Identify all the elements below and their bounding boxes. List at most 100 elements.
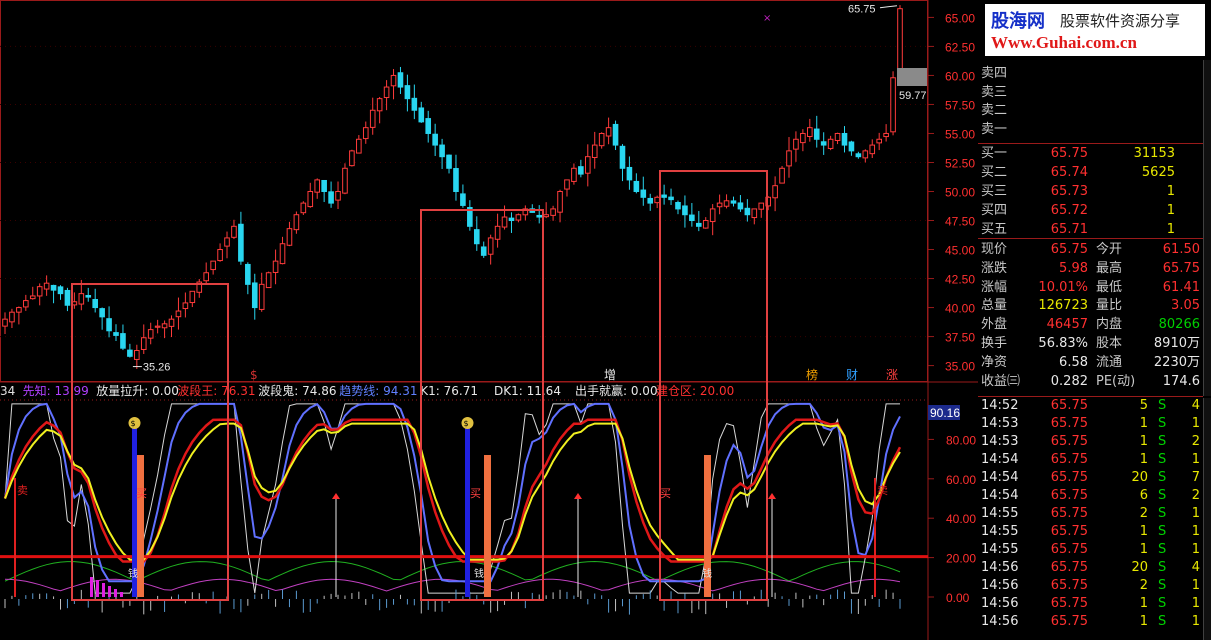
order-book-buy-row[interactable]: 买四65.721 bbox=[978, 202, 1201, 220]
tick-row[interactable]: 14:5665.751S1 bbox=[978, 595, 1201, 613]
candle-up bbox=[3, 319, 8, 326]
candle-up bbox=[391, 75, 396, 85]
tick-volume: 1 bbox=[1140, 613, 1148, 631]
scrollbar[interactable] bbox=[1203, 398, 1211, 640]
tick-price: 65.75 bbox=[1051, 397, 1088, 415]
tick-count: 4 bbox=[1192, 397, 1200, 415]
candle-up bbox=[308, 192, 313, 207]
tick-time: 14:54 bbox=[981, 487, 1018, 505]
candle-up bbox=[155, 326, 160, 327]
up-arrow-icon bbox=[768, 493, 776, 499]
scrollbar[interactable] bbox=[1203, 60, 1211, 396]
tick-row[interactable]: 14:5465.756S2 bbox=[978, 487, 1201, 505]
quote-panel: 卖四卖三卖二卖一买一65.7531153买二65.745625买三65.731买… bbox=[978, 0, 1211, 640]
order-book-sell-row[interactable]: 卖四 bbox=[978, 65, 1201, 83]
order-book-sell-row[interactable]: 卖一 bbox=[978, 121, 1201, 139]
candle-down bbox=[65, 290, 70, 305]
tick-count: 1 bbox=[1192, 451, 1200, 469]
magenta-volume-bar bbox=[114, 589, 117, 597]
price-tick-label: 52.50 bbox=[945, 156, 975, 170]
order-volume: 5625 bbox=[1142, 164, 1175, 182]
tick-row[interactable]: 14:5265.755S4 bbox=[978, 397, 1201, 415]
tick-price: 65.75 bbox=[1051, 469, 1088, 487]
order-price: 65.71 bbox=[1051, 221, 1088, 239]
quote-row[interactable]: 涨幅10.01%最低61.41 bbox=[978, 279, 1201, 297]
indicator-legend-item: DK1: 11.64 bbox=[494, 384, 561, 398]
quote-label: 量比 bbox=[1096, 297, 1122, 315]
tick-row[interactable]: 14:5365.751S2 bbox=[978, 433, 1201, 451]
candle-down bbox=[613, 124, 618, 145]
event-tag: 涨 bbox=[886, 367, 898, 382]
tick-row[interactable]: 14:5465.7520S7 bbox=[978, 469, 1201, 487]
tick-row[interactable]: 14:5665.7520S4 bbox=[978, 559, 1201, 577]
candle-up bbox=[266, 273, 271, 288]
quote-row[interactable]: 收益㈢0.282PE(动)174.6 bbox=[978, 373, 1201, 391]
order-book-buy-row[interactable]: 买三65.731 bbox=[978, 183, 1201, 201]
tick-row[interactable]: 14:5565.752S1 bbox=[978, 505, 1201, 523]
up-arrow-icon bbox=[574, 493, 582, 499]
indicator-legend-item: 先知: 13.99 bbox=[23, 384, 89, 398]
candle-up bbox=[516, 215, 521, 220]
quote-label: 最低 bbox=[1096, 279, 1122, 297]
tick-row[interactable]: 14:5365.751S1 bbox=[978, 415, 1201, 433]
tick-volume: 1 bbox=[1140, 433, 1148, 451]
order-label: 卖四 bbox=[981, 65, 1007, 83]
candle-down bbox=[481, 247, 486, 255]
order-volume: 1 bbox=[1167, 183, 1175, 201]
tick-volume: 2 bbox=[1140, 577, 1148, 595]
tick-row[interactable]: 14:5665.752S1 bbox=[978, 577, 1201, 595]
quote-label: 换手 bbox=[981, 335, 1007, 353]
candle-up bbox=[79, 294, 84, 304]
order-book-buy-row[interactable]: 买五65.711 bbox=[978, 221, 1201, 239]
event-tag: 榜 bbox=[806, 367, 818, 382]
candle-up bbox=[877, 139, 882, 143]
tick-row[interactable]: 14:5465.751S1 bbox=[978, 451, 1201, 469]
candle-up bbox=[703, 221, 708, 229]
magenta-volume-bar bbox=[90, 577, 93, 597]
quote-row[interactable]: 净资6.58流通2230万 bbox=[978, 354, 1201, 372]
tick-time: 14:54 bbox=[981, 451, 1018, 469]
order-book-buy-row[interactable]: 买一65.7531153 bbox=[978, 145, 1201, 163]
candle-up bbox=[10, 312, 15, 322]
kline-chart[interactable]: 65.0062.5060.0057.5055.0052.5050.0047.50… bbox=[0, 0, 978, 640]
candle-down bbox=[620, 146, 625, 168]
order-book-sell-row[interactable]: 卖三 bbox=[978, 84, 1201, 102]
quote-row[interactable]: 外盘46457内盘80266 bbox=[978, 316, 1201, 334]
candle-up bbox=[565, 180, 570, 189]
candle-up bbox=[585, 157, 590, 174]
candle-down bbox=[461, 194, 466, 206]
tick-time: 14:56 bbox=[981, 613, 1018, 631]
candle-up bbox=[218, 250, 223, 261]
quote-label: PE(动) bbox=[1096, 373, 1135, 391]
tick-row[interactable]: 14:5565.751S1 bbox=[978, 541, 1201, 559]
candle-up bbox=[211, 261, 216, 269]
tick-price: 65.75 bbox=[1051, 505, 1088, 523]
indicator-legend-item: 34 bbox=[0, 384, 15, 398]
tick-time: 14:55 bbox=[981, 541, 1018, 559]
tick-time: 14:56 bbox=[981, 559, 1018, 577]
indicator-tick-label: 40.00 bbox=[946, 512, 976, 526]
small-signal-label: 钱 bbox=[474, 567, 484, 580]
buy-signal-label: 买 bbox=[660, 487, 671, 500]
tick-time: 14:53 bbox=[981, 415, 1018, 433]
quote-row[interactable]: 总量126723量比3.05 bbox=[978, 297, 1201, 315]
quote-row[interactable]: 换手56.83%股本8910万 bbox=[978, 335, 1201, 353]
tick-row[interactable]: 14:5565.751S1 bbox=[978, 523, 1201, 541]
quote-row[interactable]: 现价65.75今开61.50 bbox=[978, 241, 1201, 259]
candle-up bbox=[551, 209, 556, 215]
tick-count: 1 bbox=[1192, 523, 1200, 541]
price-tick-label: 57.50 bbox=[945, 98, 975, 112]
price-tick-label: 60.00 bbox=[945, 69, 975, 83]
order-label: 买五 bbox=[981, 221, 1007, 239]
tick-row[interactable]: 14:5665.751S1 bbox=[978, 613, 1201, 631]
order-book-buy-row[interactable]: 买二65.745625 bbox=[978, 164, 1201, 182]
candle-down bbox=[696, 223, 701, 226]
candle-up bbox=[717, 203, 722, 207]
order-book-sell-row[interactable]: 卖二 bbox=[978, 102, 1201, 120]
tick-time: 14:53 bbox=[981, 433, 1018, 451]
tick-count: 7 bbox=[1192, 469, 1200, 487]
marker-glyph: × bbox=[763, 13, 771, 24]
quote-row[interactable]: 涨跌5.98最高65.75 bbox=[978, 260, 1201, 278]
candle-up bbox=[225, 238, 230, 246]
tick-side: S bbox=[1158, 577, 1166, 595]
